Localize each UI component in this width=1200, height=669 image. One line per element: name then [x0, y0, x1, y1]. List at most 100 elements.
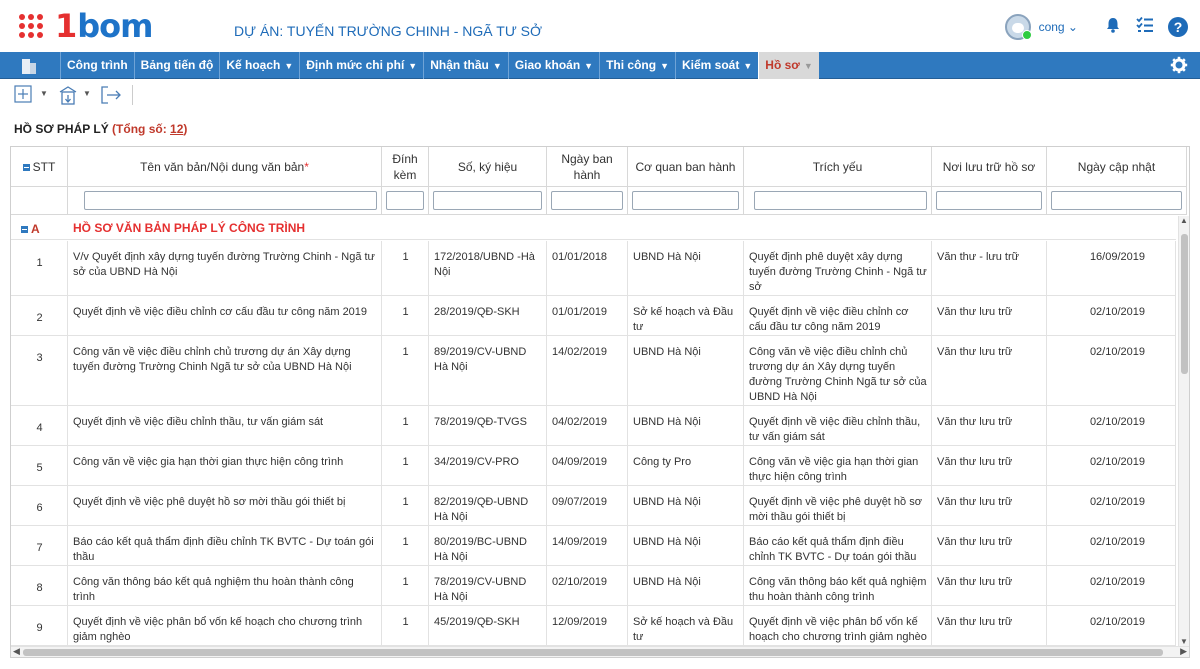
- nav-dinh-muc-chi-phi[interactable]: Định mức chi phí ▼: [299, 52, 423, 79]
- header-updated[interactable]: Ngày cập nhật: [1047, 147, 1187, 187]
- cell-number: 89/2019/CV-UBND Hà Nội: [429, 336, 547, 405]
- table-row[interactable]: 8 Công văn thông báo kết quả nghiệm thu h…: [11, 566, 1176, 606]
- nav-kiem-soat[interactable]: Kiểm soát ▼: [675, 52, 758, 79]
- cell-name: Quyết định về việc điều chỉnh thầu, tư v…: [68, 406, 382, 445]
- cell-issued: 14/09/2019: [547, 526, 628, 565]
- cell-stt: 6: [11, 486, 68, 525]
- apps-grid-icon[interactable]: [19, 14, 43, 38]
- filter-storage-input[interactable]: [936, 191, 1042, 210]
- group-code[interactable]: A: [21, 222, 40, 236]
- filter-number-input[interactable]: [433, 191, 542, 210]
- table-row[interactable]: 3 Công văn về việc điều chỉnh chủ trương …: [11, 336, 1176, 406]
- cell-issued: 14/02/2019: [547, 336, 628, 405]
- cell-summary: Quyết định về việc điều chỉnh cơ cấu đầu…: [744, 296, 932, 335]
- header-issued[interactable]: Ngày ban hành: [547, 147, 628, 187]
- nav-ho-so[interactable]: Hồ sơ ▼: [758, 52, 819, 79]
- cell-summary: Công văn về việc điều chỉnh chủ trương d…: [744, 336, 932, 405]
- cell-agency: Công ty Pro: [628, 446, 744, 485]
- filter-row: [11, 187, 1187, 215]
- checklist-icon[interactable]: [1136, 16, 1154, 39]
- user-menu[interactable]: cong ⌄: [1039, 20, 1078, 34]
- cell-agency: UBND Hà Nội: [628, 526, 744, 565]
- avatar[interactable]: [1004, 14, 1032, 40]
- nav-nhan-thau[interactable]: Nhận thầu ▼: [423, 52, 508, 79]
- header-agency[interactable]: Cơ quan ban hành: [628, 147, 744, 187]
- scroll-right-icon[interactable]: ▶: [1180, 646, 1187, 657]
- building-icon[interactable]: [14, 56, 44, 76]
- nav-bang-tien-do[interactable]: Bảng tiến độ: [133, 52, 220, 79]
- filter-summary-input[interactable]: [754, 191, 927, 210]
- scroll-up-icon[interactable]: ▲: [1180, 216, 1188, 225]
- table-row[interactable]: 2 Quyết định về việc điều chỉnh cơ cấu đầ…: [11, 296, 1176, 336]
- filter-agency-input[interactable]: [632, 191, 739, 210]
- chevron-down-icon: ▼: [803, 61, 813, 71]
- cell-name: Báo cáo kết quả thẩm định điều chỉnh TK …: [68, 526, 382, 565]
- legal-documents-table: STT Tên văn bản/Nội dung văn bản * Đính k…: [10, 146, 1190, 658]
- chevron-down-icon[interactable]: ▼: [40, 89, 48, 98]
- total-count[interactable]: 12: [170, 122, 183, 136]
- cell-name: Công văn thông báo kết quả nghiệm thu ho…: [68, 566, 382, 605]
- header-name[interactable]: Tên văn bản/Nội dung văn bản *: [68, 147, 382, 187]
- chevron-down-icon: ▼: [284, 61, 294, 71]
- section-title: HỒ SƠ PHÁP LÝ (Tổng số: 12): [14, 122, 187, 136]
- cell-attach: 1: [382, 406, 429, 445]
- header-storage[interactable]: Nơi lưu trữ hồ sơ: [932, 147, 1047, 187]
- table-row[interactable]: 6 Quyết định về việc phê duyệt hồ sơ mời …: [11, 486, 1176, 526]
- collapse-icon[interactable]: [22, 163, 30, 171]
- import-icon[interactable]: [58, 85, 78, 108]
- scroll-thumb[interactable]: [1181, 234, 1188, 374]
- cell-agency: Sở kế hoạch và Đầu tư: [628, 296, 744, 335]
- gear-icon[interactable]: [1170, 56, 1188, 77]
- chevron-down-icon[interactable]: ▼: [83, 89, 91, 98]
- cell-attach: 1: [382, 486, 429, 525]
- group-title: HỒ SƠ VĂN BẢN PHÁP LÝ CÔNG TRÌNH: [73, 221, 306, 235]
- cell-summary: Công văn thông báo kết quả nghiệm thu ho…: [744, 566, 932, 605]
- help-icon[interactable]: ?: [1168, 17, 1188, 37]
- filter-attach-input[interactable]: [386, 191, 424, 210]
- filter-name-input[interactable]: [84, 191, 377, 210]
- scroll-thumb[interactable]: [23, 649, 1163, 656]
- header-number[interactable]: Số, ký hiệu: [429, 147, 547, 187]
- table-row[interactable]: 9 Quyết định về việc phân bổ vốn kế hoạch…: [11, 606, 1176, 646]
- add-icon[interactable]: [14, 85, 32, 106]
- cell-attach: 1: [382, 566, 429, 605]
- vertical-scrollbar[interactable]: ▲ ▼: [1178, 216, 1189, 646]
- cell-issued: 12/09/2019: [547, 606, 628, 645]
- group-row[interactable]: A HỒ SƠ VĂN BẢN PHÁP LÝ CÔNG TRÌNH: [11, 216, 1176, 240]
- cell-agency: Sở kế hoạch và Đầu tư: [628, 606, 744, 645]
- cell-issued: 04/02/2019: [547, 406, 628, 445]
- cell-updated: 02/10/2019: [1047, 446, 1176, 485]
- export-icon[interactable]: [100, 85, 122, 108]
- cell-storage: Văn thư lưu trữ: [932, 606, 1047, 645]
- collapse-icon[interactable]: [21, 226, 28, 234]
- filter-issued-input[interactable]: [551, 191, 623, 210]
- table-row[interactable]: 1 V/v Quyết định xây dựng tuyến đường Trư…: [11, 241, 1176, 296]
- header-stt[interactable]: STT: [11, 147, 68, 187]
- nav-thi-cong[interactable]: Thi công ▼: [599, 52, 675, 79]
- logo-text: bom: [77, 7, 153, 45]
- cell-updated: 02/10/2019: [1047, 606, 1176, 645]
- scroll-left-icon[interactable]: ◀: [13, 646, 20, 657]
- logo[interactable]: 1 bom: [55, 4, 154, 45]
- header-attach[interactable]: Đính kèm: [382, 147, 429, 187]
- table-row[interactable]: 4 Quyết định về việc điều chỉnh thầu, tư …: [11, 406, 1176, 446]
- cell-updated: 02/10/2019: [1047, 406, 1176, 445]
- nav-giao-khoan[interactable]: Giao khoán ▼: [507, 52, 599, 79]
- cell-attach: 1: [382, 296, 429, 335]
- bell-icon[interactable]: [1104, 16, 1122, 39]
- cell-number: 78/2019/QĐ-TVGS: [429, 406, 547, 445]
- toolbar: ▼ ▼: [0, 83, 200, 107]
- cell-updated: 16/09/2019: [1047, 241, 1176, 295]
- cell-updated: 02/10/2019: [1047, 566, 1176, 605]
- header-summary[interactable]: Trích yếu: [744, 147, 932, 187]
- cell-updated: 02/10/2019: [1047, 296, 1176, 335]
- scroll-down-icon[interactable]: ▼: [1180, 637, 1188, 646]
- cell-attach: 1: [382, 606, 429, 645]
- table-row[interactable]: 7 Báo cáo kết quả thẩm định điều chỉnh TK…: [11, 526, 1176, 566]
- nav-ke-hoach[interactable]: Kế hoạch ▼: [219, 52, 299, 79]
- horizontal-scrollbar[interactable]: ◀ ▶: [11, 646, 1189, 657]
- table-row[interactable]: 5 Công văn về việc gia hạn thời gian thực…: [11, 446, 1176, 486]
- filter-updated-input[interactable]: [1051, 191, 1182, 210]
- cell-attach: 1: [382, 336, 429, 405]
- nav-cong-trinh[interactable]: Công trình: [60, 52, 134, 79]
